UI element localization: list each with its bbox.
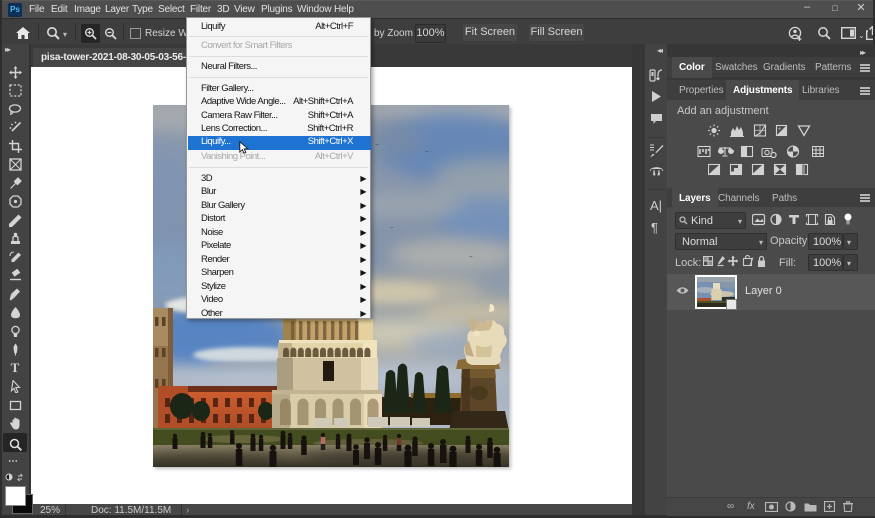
svg-text:+: + (778, 127, 781, 133)
